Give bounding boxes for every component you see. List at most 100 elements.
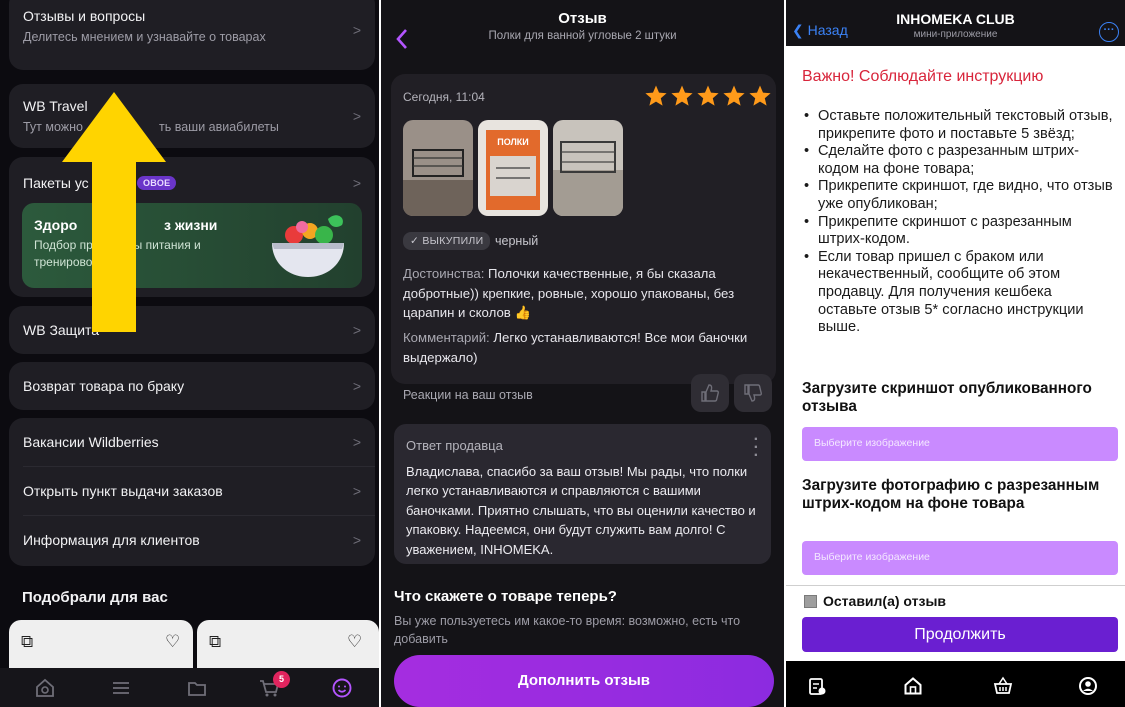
tab-home[interactable] [34,677,58,699]
star-icon [645,85,667,106]
menu-title-open-pickup-point: Открыть пункт выдачи заказов [23,483,223,499]
tab-cart[interactable]: 5 [258,671,290,699]
review-header-subtitle: Полки для ванной угловые 2 штуки [488,30,677,42]
menu-title-reviews: Отзывы и вопросы [23,8,146,24]
menu-title-client-info: Информация для клиентов [23,532,200,548]
bought-badge: ✓ ВЫКУПИЛИ [403,232,491,250]
seller-reply-text: Владислава, спасибо за ваш отзыв! Мы рад… [406,464,756,557]
folder-icon [188,682,206,696]
mini-app-title: INHOMEKA CLUB [896,11,1015,27]
mini-app-subtitle: мини-приложение [913,29,998,40]
review-date: Сегодня, 11:04 [403,90,485,104]
star-icon [697,85,719,106]
home-search-icon [36,678,54,697]
shelf-packaging-image [478,120,548,216]
tab-tasks[interactable] [807,676,827,696]
promo-title-end: з жизни [164,217,218,233]
wb-menu-panel: Отзывы и вопросы Делитесь мнением и узна… [0,0,379,707]
more-vertical-icon[interactable]: · · · [754,432,759,464]
upload-screenshot-title: Загрузите скриншот опубликованного отзыв… [802,380,1092,415]
clipboard-icon [809,678,826,695]
basket-icon [993,676,1013,694]
menu-item-client-info[interactable]: Информация для клиентов > [9,516,375,564]
instruction-item: Сделайте фото с разрезанным штрих-кодом … [804,143,1114,178]
menu-subtitle-reviews: Делитесь мнением и узнавайте о товарах [23,30,266,44]
followup-title: Что скажете о товаре теперь? [394,588,617,605]
menu-card-group: Вакансии Wildberries > Открыть пункт выд… [9,418,375,566]
star-icon [671,85,693,106]
upload-barcode-photo-title: Загрузите фотографию с разрезанным штрих… [802,477,1100,512]
product-card[interactable]: ⧉ ♡ [197,620,379,668]
instruction-item: Прикрепите скриншот, где видно, что отзы… [804,178,1114,213]
chevron-right-icon: > [352,378,361,394]
upload-barcode-photo-placeholder: Выберите изображение [814,551,930,563]
heart-icon[interactable]: ♡ [347,632,362,652]
tab-profile[interactable] [331,677,355,699]
menu-title-vacancies: Вакансии Wildberries [23,434,159,450]
mini-app-tab-bar [786,661,1125,707]
left-review-checkbox-label: Оставил(а) отзыв [823,593,947,609]
review-photo-2[interactable]: ПОЛКИ [478,120,548,216]
reactions-label: Реакции на ваш отзыв [403,388,533,402]
tab-catalog[interactable] [110,677,134,699]
thumbs-up-icon [701,384,719,402]
add-to-review-button[interactable]: Дополнить отзыв [394,655,774,707]
divider [786,585,1125,586]
bottom-tab-bar: 5 [0,668,379,707]
review-card: Сегодня, 11:04 ПОЛКИ ✓ ВЫКУПИЛИ черный Д… [391,74,776,412]
variant-color: черный [495,234,539,248]
upload-screenshot-input[interactable]: Выберите изображение [802,427,1118,461]
thumbs-down-icon [744,384,762,402]
instruction-list: Оставьте положительный текстовый отзыв, … [804,108,1114,337]
profile-icon [332,678,352,698]
review-comment: Комментарий: Легко устанавливаются! Все … [403,328,765,367]
chevron-right-icon: > [352,322,361,338]
upload-screenshot-placeholder: Выберите изображение [814,437,930,449]
similar-search-icon[interactable]: ⧉ [209,632,221,652]
continue-button[interactable]: Продолжить [802,617,1118,652]
chevron-right-icon: > [352,532,361,548]
dislike-button[interactable] [734,374,772,412]
tab-orders[interactable] [186,677,210,699]
like-button[interactable] [691,374,729,412]
followup-subtitle: Вы уже пользуетесь им какое-то время: во… [394,614,741,646]
cart-count-badge: 5 [273,671,290,688]
mini-app-panel: ❮ Назад INHOMEKA CLUB мини-приложение ··… [786,0,1125,707]
heart-icon[interactable]: ♡ [165,632,180,652]
salad-bowl-icon [272,215,344,277]
menu-card-reviews[interactable]: Отзывы и вопросы Делитесь мнением и узна… [9,0,375,70]
review-header-title: Отзыв [558,10,607,27]
home-icon [904,677,922,695]
instruction-warning: Важно! Соблюдайте инструкцию [802,68,1044,85]
chevron-right-icon: > [352,434,361,450]
review-photo-1[interactable] [403,120,473,216]
tab-shop[interactable] [993,676,1013,696]
star-rating [644,84,772,108]
more-options-icon[interactable]: ··· [1099,22,1119,42]
product-card[interactable]: ⧉ ♡ [9,620,193,668]
tab-profile[interactable] [1078,676,1098,696]
similar-search-icon[interactable]: ⧉ [21,632,33,652]
menu-item-vacancies[interactable]: Вакансии Wildberries > [9,418,375,466]
chevron-right-icon: > [352,22,361,38]
instruction-item: Если товар пришел с браком или некачеств… [804,249,1114,337]
instruction-item: Прикрепите скриншот с разрезанным штрих-… [804,214,1114,249]
seller-reply-card: Ответ продавца · · · Владислава, спасибо з… [394,424,771,564]
menu-card-defect-return[interactable]: Возврат товара по браку > [9,362,375,410]
yellow-up-arrow-icon [62,92,166,332]
menu-subtitle-wb-travel-end: ть ваши авиабилеты [159,120,279,134]
review-pros: Достоинства: Полочки качественные, я бы … [403,264,765,323]
menu-lines-icon [113,682,129,694]
comment-label: Комментарий: [403,330,490,345]
left-review-checkbox[interactable] [804,595,817,608]
review-photo-3[interactable] [553,120,623,216]
review-panel: Отзыв Полки для ванной угловые 2 штуки С… [381,0,784,707]
chevron-right-icon: > [352,483,361,499]
mini-app-header: ❮ Назад INHOMEKA CLUB мини-приложение ··… [786,0,1125,46]
star-icon [723,85,745,106]
menu-item-open-pickup-point[interactable]: Открыть пункт выдачи заказов > [9,467,375,515]
shelf-photo-image [553,120,623,216]
tab-home[interactable] [903,676,923,696]
menu-title-defect-return: Возврат товара по браку [23,378,185,394]
upload-barcode-photo-input[interactable]: Выберите изображение [802,541,1118,575]
